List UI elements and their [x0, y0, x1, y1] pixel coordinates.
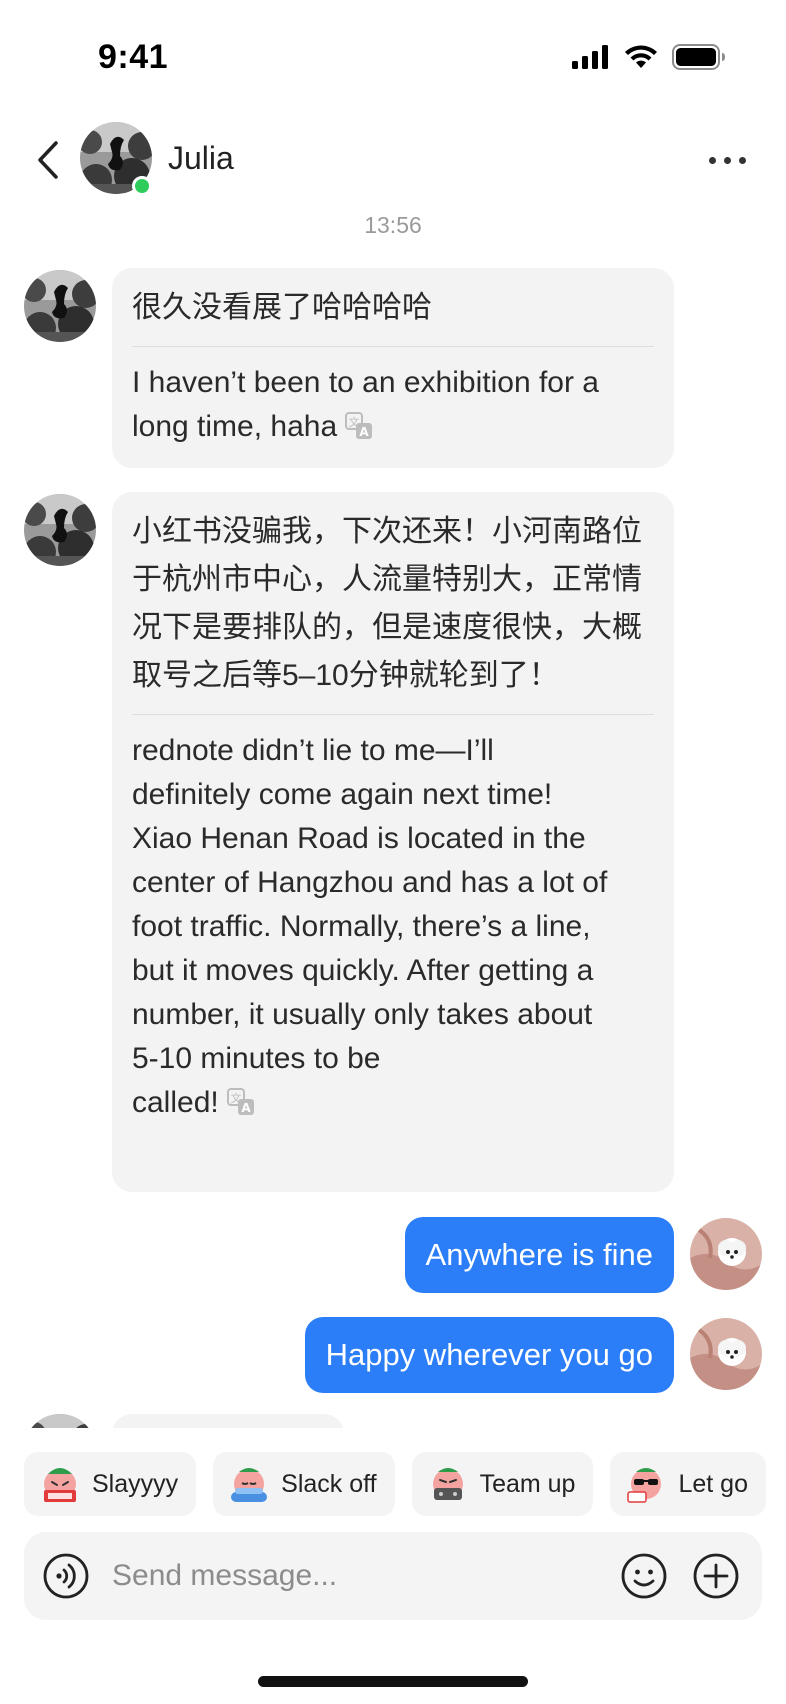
sender-avatar[interactable]: [24, 270, 96, 342]
svg-text:A: A: [241, 1101, 251, 1115]
translated-text: rednote didn’t lie to me—I’ll definitely…: [132, 734, 608, 1119]
chat-header: Julia: [0, 118, 786, 202]
translated-text: I haven’t been to an exhibition for a lo…: [132, 366, 599, 443]
slack-off-sticker-icon: [231, 1468, 268, 1502]
more-horizontal-icon: [708, 156, 716, 164]
translate-icon[interactable]: 文 A: [345, 412, 373, 440]
original-text: 小红书没骗我，下次还来！小河南路位于杭州市中心，人流量特别大，正常情况下是要排队…: [132, 515, 642, 692]
avatar-image: [24, 494, 96, 566]
translation-divider: [132, 346, 654, 347]
message-timestamp: 13:56: [364, 212, 422, 238]
outgoing-message-bubble[interactable]: Happy wherever you go: [304, 1317, 674, 1393]
message-input[interactable]: [112, 1546, 612, 1606]
emoji-icon[interactable]: [620, 1552, 668, 1600]
translate-icon[interactable]: 文 A: [226, 1088, 255, 1116]
status-time: 9:41: [98, 38, 169, 76]
svg-text:A: A: [359, 425, 369, 439]
contact-name[interactable]: Julia: [168, 140, 234, 177]
quick-reply-chips: Slayyyy Slack off Team up Let go: [24, 1452, 766, 1516]
home-indicator: [258, 1676, 528, 1687]
cellular-signal-icon: [572, 45, 608, 69]
online-status-dot: [132, 176, 152, 196]
battery-icon: [672, 44, 725, 70]
message-input-bar: [24, 1532, 762, 1620]
quick-reply-slayyyy[interactable]: Slayyyy: [24, 1452, 197, 1516]
original-text: 很久没看展了哈哈哈哈: [132, 291, 432, 324]
quick-reply-label: Slayyyy: [92, 1469, 179, 1498]
outgoing-message-bubble[interactable]: Anywhere is fine: [404, 1217, 674, 1293]
let-go-sticker-icon: [627, 1468, 662, 1503]
quick-reply-slack-off[interactable]: Slack off: [213, 1452, 395, 1516]
quick-reply-label: Let go: [678, 1469, 748, 1498]
incoming-message-bubble[interactable]: 很久没看展了哈哈哈哈 I haven’t been to an exhibiti…: [112, 268, 674, 468]
incoming-message-bubble[interactable]: 小红书没骗我，下次还来！小河南路位于杭州市中心，人流量特别大，正常情况下是要排队…: [112, 492, 674, 1192]
quick-reply-team-up[interactable]: Team up: [411, 1452, 594, 1516]
avatar-image: [24, 270, 96, 342]
more-options-button[interactable]: [702, 140, 752, 180]
quick-reply-label: Slack off: [281, 1469, 377, 1498]
sender-avatar[interactable]: [24, 494, 96, 566]
quick-reply-let-go[interactable]: Let go: [610, 1452, 766, 1516]
status-icons: [572, 44, 726, 70]
wifi-icon: [625, 45, 657, 68]
chat-screen: 9:41 Julia 13:56 很久没看展了哈哈哈哈 I haven’t be…: [0, 0, 786, 1704]
quick-reply-label: Team up: [479, 1469, 576, 1498]
avatar-image: [690, 1218, 762, 1290]
status-bar: 9:41: [0, 0, 786, 110]
back-button[interactable]: [28, 134, 68, 186]
composer-panel: Slayyyy Slack off Team up Let go Send me…: [0, 1428, 786, 1704]
plus-icon[interactable]: [692, 1552, 740, 1600]
voice-icon[interactable]: [42, 1552, 90, 1600]
translation-divider: [132, 714, 654, 715]
my-avatar[interactable]: [690, 1318, 762, 1390]
my-avatar[interactable]: [690, 1218, 762, 1290]
slay-sticker-icon: [44, 1468, 76, 1502]
team-up-sticker-icon: [432, 1468, 463, 1500]
avatar-image: [690, 1318, 762, 1390]
chevron-left-icon: [38, 141, 58, 179]
